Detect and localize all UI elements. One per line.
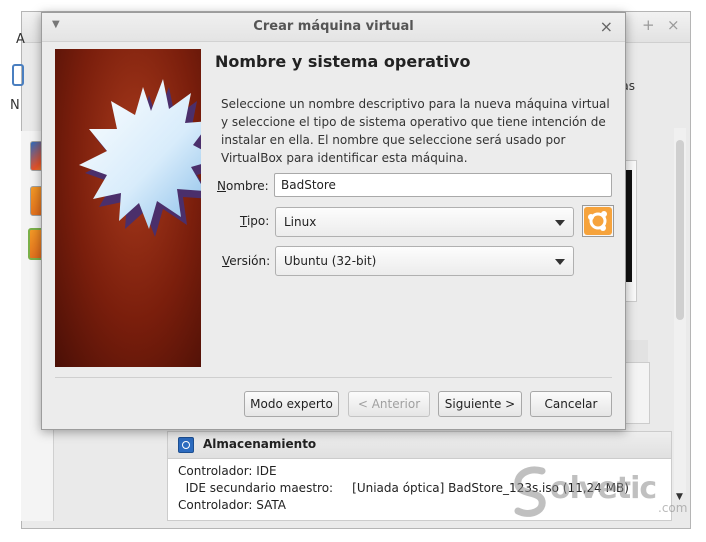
type-label: Tipo: [240,214,270,228]
new-vm-toolbar-icon[interactable] [12,64,24,86]
storage-line: Controlador: IDE [178,464,277,478]
maximize-icon[interactable]: + [642,18,655,33]
page-description: Seleccione un nombre descriptivo para la… [221,97,610,165]
os-type-icon [582,205,614,237]
storage-header[interactable]: Almacenamiento [168,432,671,459]
watermark-suffix: .com [658,501,688,515]
wizard-banner-image [55,49,201,367]
next-button[interactable]: Siguiente > [438,391,522,417]
type-select-value: Linux [284,215,317,229]
storage-title: Almacenamiento [203,437,317,451]
chevron-down-icon [555,220,565,226]
name-label: Nombre: [217,179,269,193]
back-button[interactable]: < Anterior [348,391,430,417]
dialog-titlebar[interactable]: ▼ Crear máquina virtual × [42,13,625,42]
create-vm-dialog: ▼ Crear máquina virtual × Nombre y siste… [41,12,626,430]
watermark-text: olvetic [550,471,657,506]
close-icon[interactable]: × [667,18,680,33]
scrollbar-thumb[interactable] [676,140,684,320]
ubuntu-logo-icon [584,207,612,235]
version-select[interactable]: Ubuntu (32-bit) [275,246,574,276]
version-label: Versión: [222,254,271,268]
starburst-icon [79,79,201,237]
storage-icon [178,437,194,453]
type-select[interactable]: Linux [275,207,574,237]
solvetic-watermark: olvetic .com [508,463,688,523]
cancel-button[interactable]: Cancelar [530,391,612,417]
manager-menu-fragment[interactable]: A [16,32,25,47]
version-select-value: Ubuntu (32-bit) [284,254,377,268]
close-icon[interactable]: × [600,17,613,36]
dialog-title: Crear máquina virtual [253,19,414,34]
name-input[interactable] [274,173,612,197]
manager-toolbar-fragment: N [10,98,20,113]
button-separator [55,377,612,378]
page-title: Nombre y sistema operativo [215,52,471,71]
expert-mode-button[interactable]: Modo experto [244,391,339,417]
chevron-down-icon [555,259,565,265]
storage-line: Controlador: SATA [178,498,286,512]
